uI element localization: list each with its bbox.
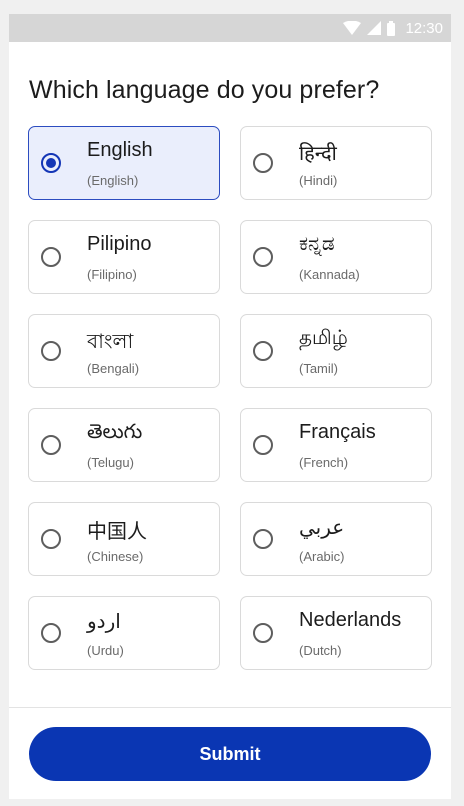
divider (9, 707, 451, 708)
radio-button-hindi[interactable] (253, 153, 273, 173)
language-english-name: (Urdu) (87, 643, 124, 658)
language-native-name: Français (299, 421, 376, 443)
radio-button-dutch[interactable] (253, 623, 273, 643)
language-english-name: (Filipino) (87, 267, 137, 282)
language-native-name: English (87, 139, 153, 161)
language-english-name: (Kannada) (299, 267, 360, 282)
language-native-name: اردو (87, 611, 121, 633)
language-english-name: (Chinese) (87, 549, 144, 564)
language-option-urdu[interactable]: اردو (Urdu) (28, 596, 220, 670)
radio-button-chinese[interactable] (41, 529, 61, 549)
language-english-name: (Arabic) (299, 549, 345, 564)
language-option-dutch[interactable]: Nederlands (Dutch) (240, 596, 432, 670)
language-option-telugu[interactable]: తెలుగు (Telugu) (28, 408, 220, 482)
page-title: Which language do you prefer? (29, 76, 380, 104)
status-time: 12:30 (405, 19, 443, 37)
language-option-arabic[interactable]: عربي (Arabic) (240, 502, 432, 576)
language-option-kannada[interactable]: ಕನ್ನಡ (Kannada) (240, 220, 432, 294)
language-english-name: (French) (299, 455, 349, 470)
language-native-name: Pilipino (87, 233, 152, 255)
language-native-name: ಕನ್ನಡ (299, 233, 335, 255)
language-native-name: తెలుగు (87, 421, 143, 443)
language-native-name: বাংলা (87, 331, 134, 353)
phone-screen: 12:30 Which language do you prefer? Engl… (9, 14, 451, 799)
language-option-hindi[interactable]: हिन्दी (Hindi) (240, 126, 432, 200)
language-native-name: தமிழ் (299, 327, 348, 349)
radio-button-english[interactable] (41, 153, 61, 173)
radio-button-telugu[interactable] (41, 435, 61, 455)
language-native-name: हिन्दी (299, 143, 337, 165)
radio-button-bengali[interactable] (41, 341, 61, 361)
language-english-name: (Bengali) (87, 361, 140, 376)
language-option-tamil[interactable]: தமிழ் (Tamil) (240, 314, 432, 388)
radio-button-tamil[interactable] (253, 341, 273, 361)
radio-button-filipino[interactable] (41, 247, 61, 267)
language-native-name: Nederlands (299, 609, 402, 631)
language-option-bengali[interactable]: বাংলা (Bengali) (28, 314, 220, 388)
radio-button-kannada[interactable] (253, 247, 273, 267)
language-english-name: (English) (87, 173, 139, 188)
radio-button-arabic[interactable] (253, 529, 273, 549)
language-options-grid: English (English) हिन्दी (Hindi) Pilipino (Fi… (28, 126, 432, 670)
language-english-name: (Telugu) (87, 455, 134, 470)
status-bar: 12:30 (9, 14, 451, 42)
language-native-name: 中国人 (87, 521, 147, 543)
language-english-name: (Dutch) (299, 643, 342, 658)
language-native-name: عربي (299, 517, 345, 539)
language-english-name: (Tamil) (299, 361, 338, 376)
radio-button-urdu[interactable] (41, 623, 61, 643)
language-option-chinese[interactable]: 中国人 (Chinese) (28, 502, 220, 576)
language-english-name: (Hindi) (299, 173, 338, 188)
battery-icon (387, 20, 396, 36)
language-option-french[interactable]: Français (French) (240, 408, 432, 482)
submit-button[interactable]: Submit (29, 727, 431, 781)
language-option-filipino[interactable]: Pilipino (Filipino) (28, 220, 220, 294)
wifi-icon (343, 21, 362, 35)
cellular-signal-icon (367, 21, 382, 35)
radio-button-french[interactable] (253, 435, 273, 455)
language-option-english[interactable]: English (English) (28, 126, 220, 200)
